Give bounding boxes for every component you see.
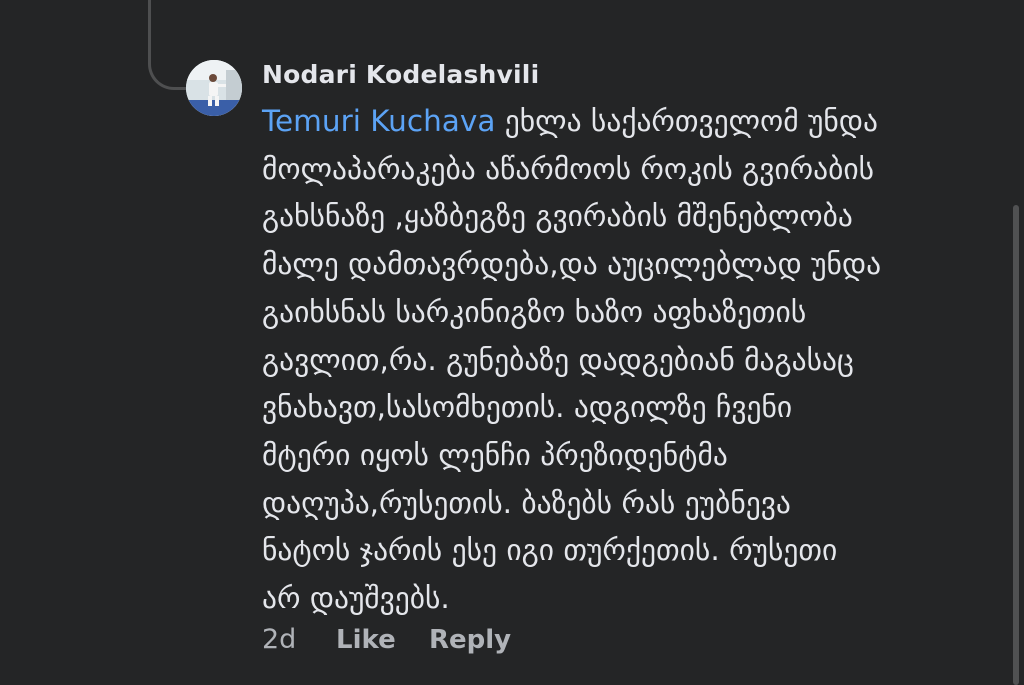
- comment-line: გავლით,რა. გუნებაზე დადგებიან მაგასაც: [262, 342, 854, 377]
- thread-connector-line: [148, 0, 186, 90]
- scrollbar[interactable]: [1013, 205, 1019, 685]
- comment-line: არ დაუშვებს.: [262, 581, 450, 616]
- comment-line: გაიხსნას სარკინიგზო ხაზო აფხაზეთის: [262, 294, 807, 329]
- avatar-image: [186, 60, 242, 116]
- comment-line: გახსნაზე ,ყაზბეგზე გვირაბის მშენებლობა: [262, 199, 853, 234]
- comment-line: დაღუპა,რუსეთის. ბაზებს რას ეუბნევა: [262, 485, 791, 520]
- comment-line: ვნახავთ,სასომხეთის. ადგილზე ჩვენი: [262, 390, 793, 425]
- comment-actions: 2d Like Reply: [262, 624, 511, 655]
- comment-thread: Nodari Kodelashvili Temuri Kuchava ეხლა …: [0, 0, 1024, 685]
- comment-line: ნატოს ჯარის ესე იგი თურქეთის. რუსეთი: [262, 533, 838, 568]
- comment-line: მოლაპარაკება აწარმოოს როკის გვირაბის: [262, 151, 875, 186]
- like-button[interactable]: Like: [336, 625, 429, 655]
- reply-button[interactable]: Reply: [429, 625, 511, 655]
- comment-text-segment: ეხლა საქართველომ უნდა: [495, 104, 878, 138]
- comment-text: Temuri Kuchava ეხლა საქართველომ უნდა მოლ…: [262, 98, 1002, 623]
- mention-link[interactable]: Temuri Kuchava: [262, 104, 495, 138]
- avatar[interactable]: [186, 60, 242, 116]
- comment-author-name[interactable]: Nodari Kodelashvili: [262, 60, 539, 89]
- comment-line: მალე დამთავრდება,და აუცილებლად უნდა: [262, 247, 882, 282]
- comment-line: მტერი იყოს ლენჩი პრეზიდენტმა: [262, 437, 728, 472]
- comment-timestamp[interactable]: 2d: [262, 624, 336, 655]
- comment-line: Temuri Kuchava ეხლა საქართველომ უნდა: [262, 98, 1002, 146]
